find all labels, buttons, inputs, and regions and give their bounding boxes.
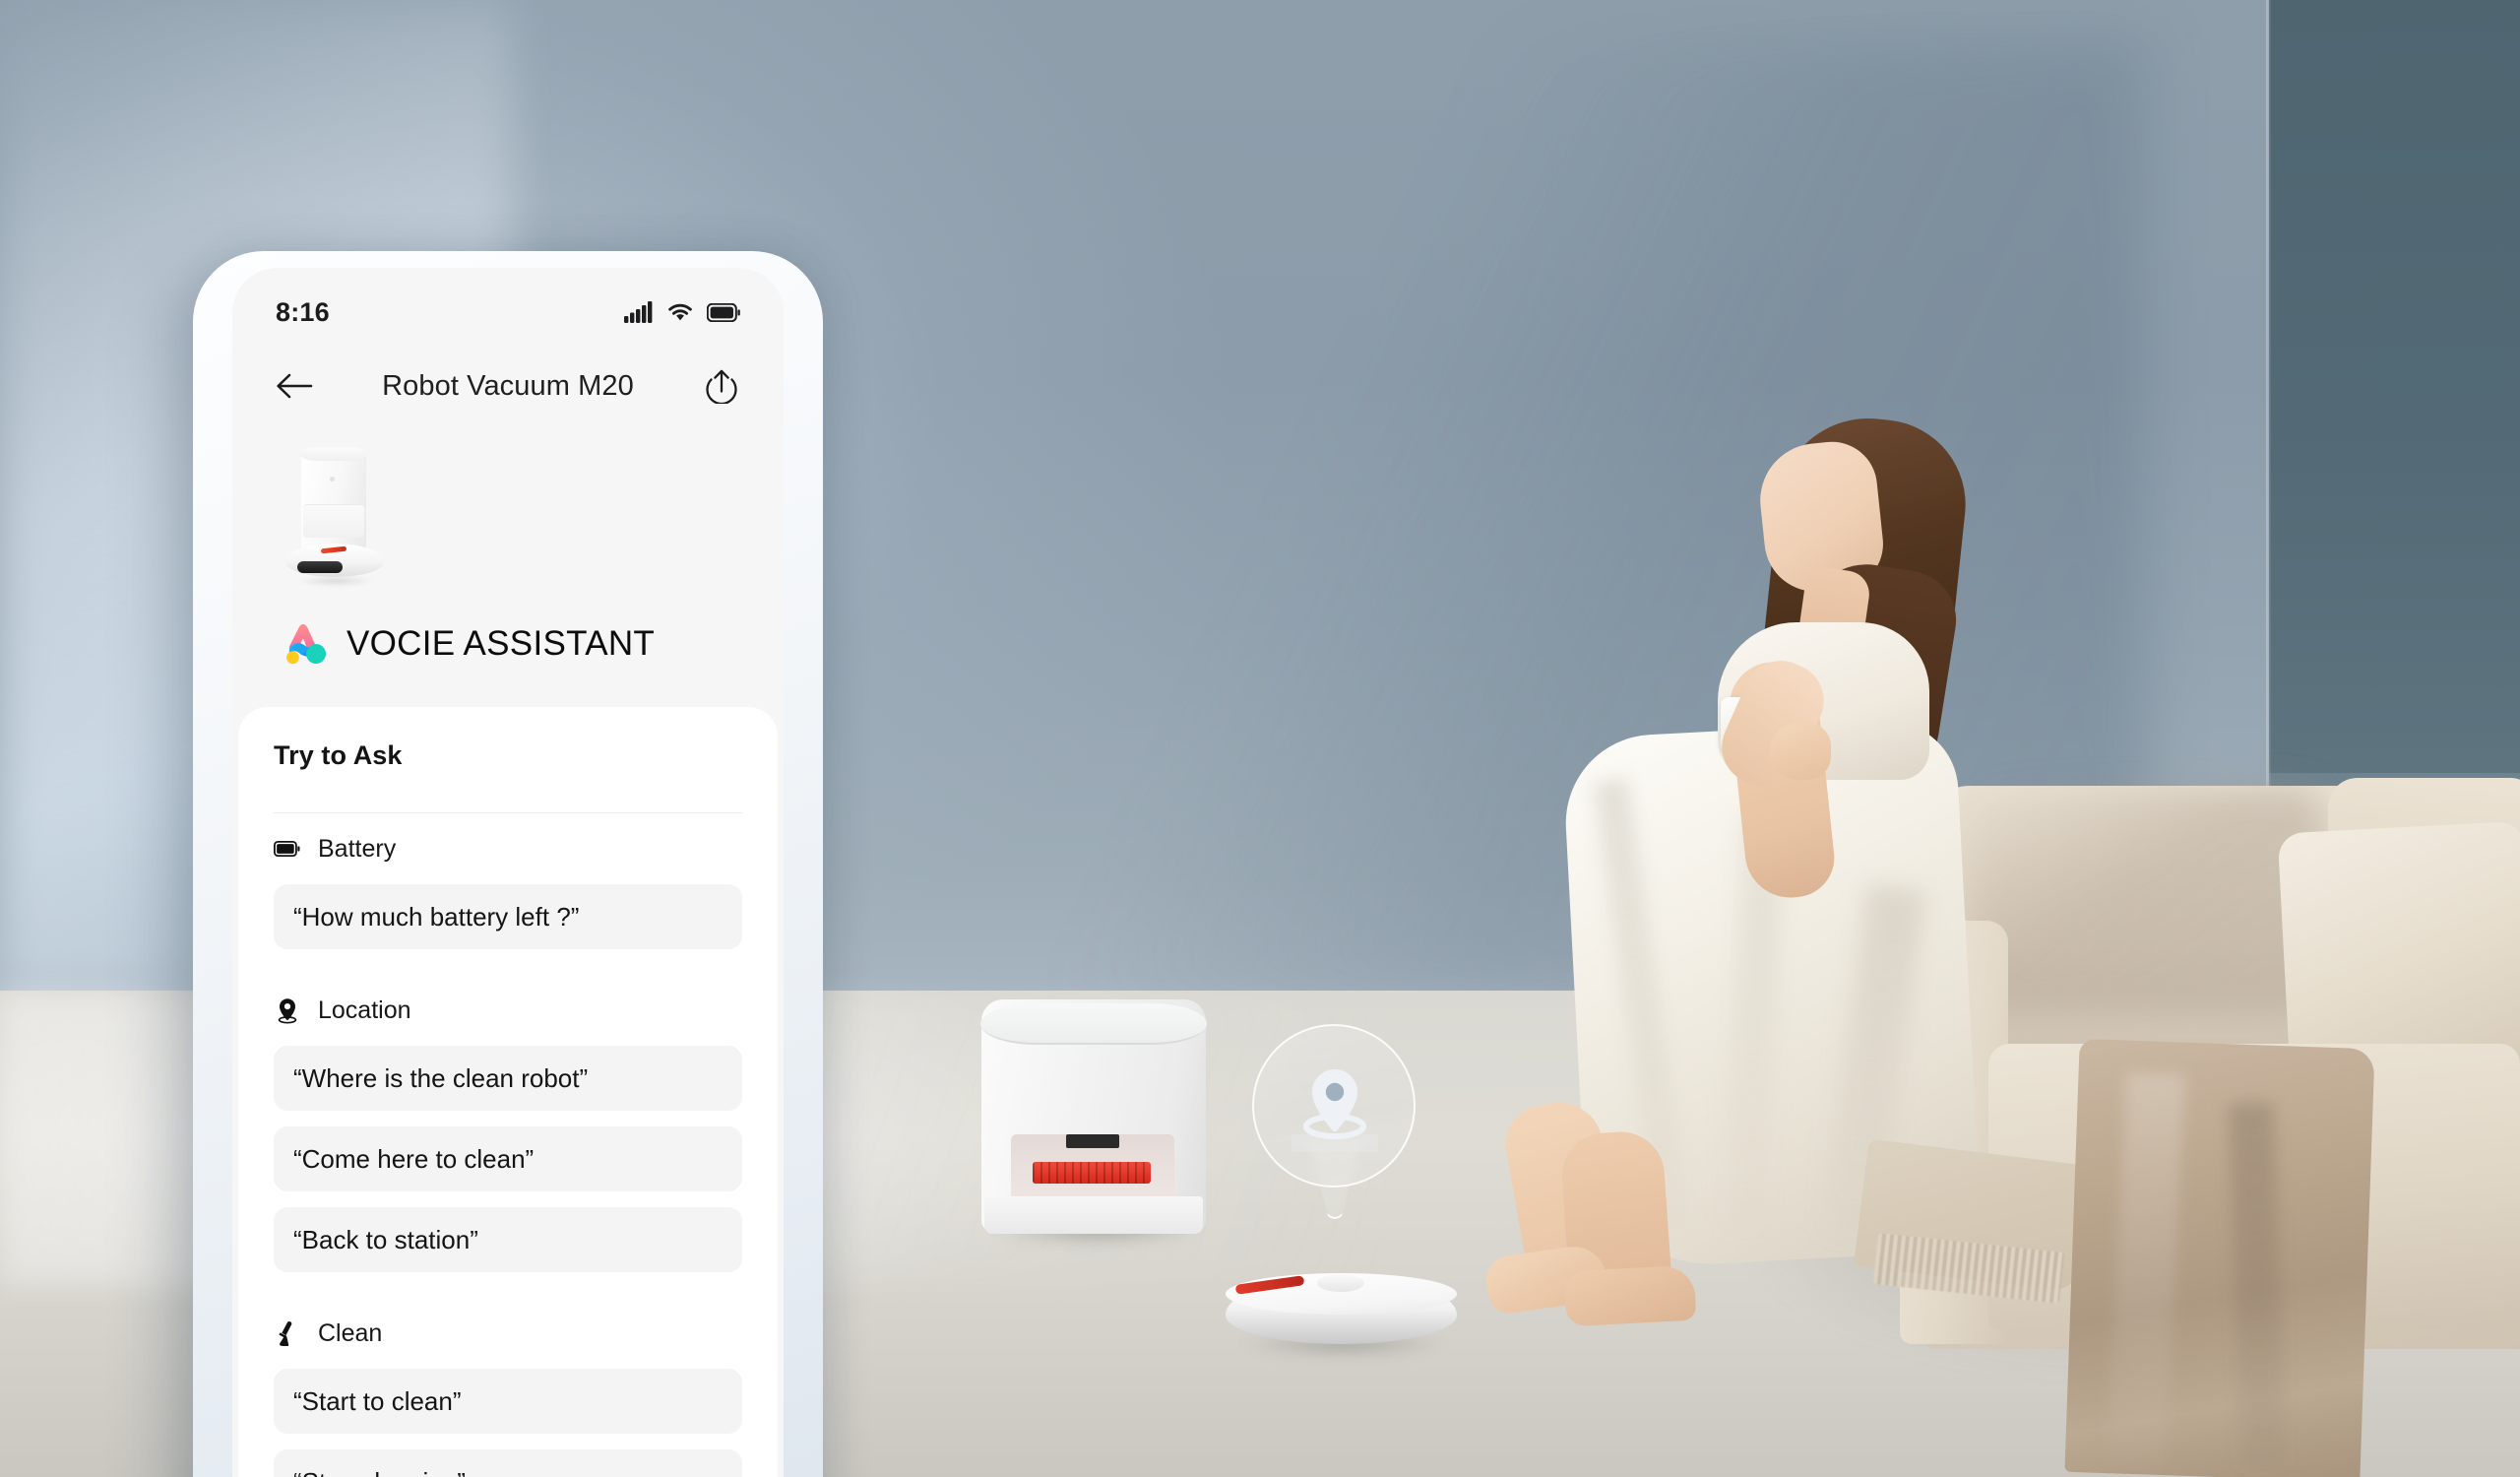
assistant-name: VOCIE ASSISTANT bbox=[346, 624, 656, 663]
product-dock-panel bbox=[303, 504, 364, 538]
location-pin-icon bbox=[274, 997, 300, 1024]
page-title: Robot Vacuum M20 bbox=[382, 369, 634, 402]
section-battery: Battery “How much battery left ?” bbox=[274, 813, 742, 949]
back-button[interactable] bbox=[274, 365, 315, 407]
battery-icon bbox=[707, 302, 740, 322]
share-upload-icon bbox=[706, 369, 737, 404]
suggestion-chip[interactable]: “Where is the clean robot” bbox=[274, 1046, 742, 1111]
status-bar: 8:16 bbox=[232, 268, 784, 339]
vacuum-clean-icon bbox=[274, 1320, 300, 1347]
suggestion-chip[interactable]: “Start to clean” bbox=[274, 1369, 742, 1434]
battery-icon bbox=[274, 836, 300, 863]
dock-dustbin-slats bbox=[1033, 1162, 1151, 1184]
product-hero bbox=[232, 433, 784, 603]
section-header: Battery bbox=[274, 813, 742, 884]
section-clean: Clean “Start to clean” “Stop cleaning” “… bbox=[274, 1298, 742, 1477]
dock-charging-contacts bbox=[1066, 1134, 1119, 1148]
location-pin-overlay bbox=[1252, 1024, 1421, 1231]
section-label: Clean bbox=[318, 1318, 383, 1347]
wall-dark-panel bbox=[2269, 0, 2520, 773]
product-dock-button bbox=[330, 477, 335, 482]
section-label: Location bbox=[318, 995, 411, 1024]
section-label: Battery bbox=[318, 834, 397, 863]
dock-station-ramp bbox=[984, 1196, 1203, 1234]
woman-hand bbox=[1770, 723, 1831, 780]
section-header: Clean bbox=[274, 1298, 742, 1369]
suggestion-chip[interactable]: “Back to station” bbox=[274, 1207, 742, 1272]
sofa-backrest-shadow bbox=[1969, 788, 2323, 1014]
section-location: Location “Where is the clean robot” “Com… bbox=[274, 975, 742, 1272]
arrow-left-icon bbox=[277, 373, 313, 399]
navigation-bar: Robot Vacuum M20 bbox=[232, 339, 784, 433]
product-dock-lid bbox=[300, 447, 367, 461]
vocie-assistant-logo bbox=[286, 624, 326, 665]
robot-vacuum-lidar bbox=[1317, 1274, 1364, 1292]
suggestion-chip[interactable]: “Stop cleaning” bbox=[274, 1449, 742, 1477]
status-icons bbox=[624, 301, 740, 323]
suggestion-chip[interactable]: “Come here to clean” bbox=[274, 1126, 742, 1191]
share-button[interactable] bbox=[701, 365, 742, 407]
suggestion-chip[interactable]: “How much battery left ?” bbox=[274, 884, 742, 949]
wifi-icon bbox=[668, 303, 692, 321]
assistant-brand-row: VOCIE ASSISTANT bbox=[232, 603, 784, 685]
try-to-ask-card: Try to Ask Battery “How much battery lef… bbox=[238, 707, 778, 1477]
status-time: 8:16 bbox=[276, 296, 330, 327]
sofa-pillow bbox=[2277, 820, 2520, 1080]
section-header: Location bbox=[274, 975, 742, 1046]
signal-bars-icon bbox=[624, 301, 653, 323]
product-robot-sensor bbox=[297, 561, 343, 573]
robot-vacuum-dock-image bbox=[278, 441, 396, 599]
phone-screen: 8:16 Robot Vacuum M20 VOCIE ASSISTANT Tr… bbox=[232, 268, 784, 1477]
woman-foot bbox=[1563, 1264, 1697, 1327]
location-pin-icon bbox=[1303, 1069, 1366, 1139]
card-title: Try to Ask bbox=[274, 740, 403, 770]
dock-station-lid bbox=[980, 1003, 1207, 1045]
